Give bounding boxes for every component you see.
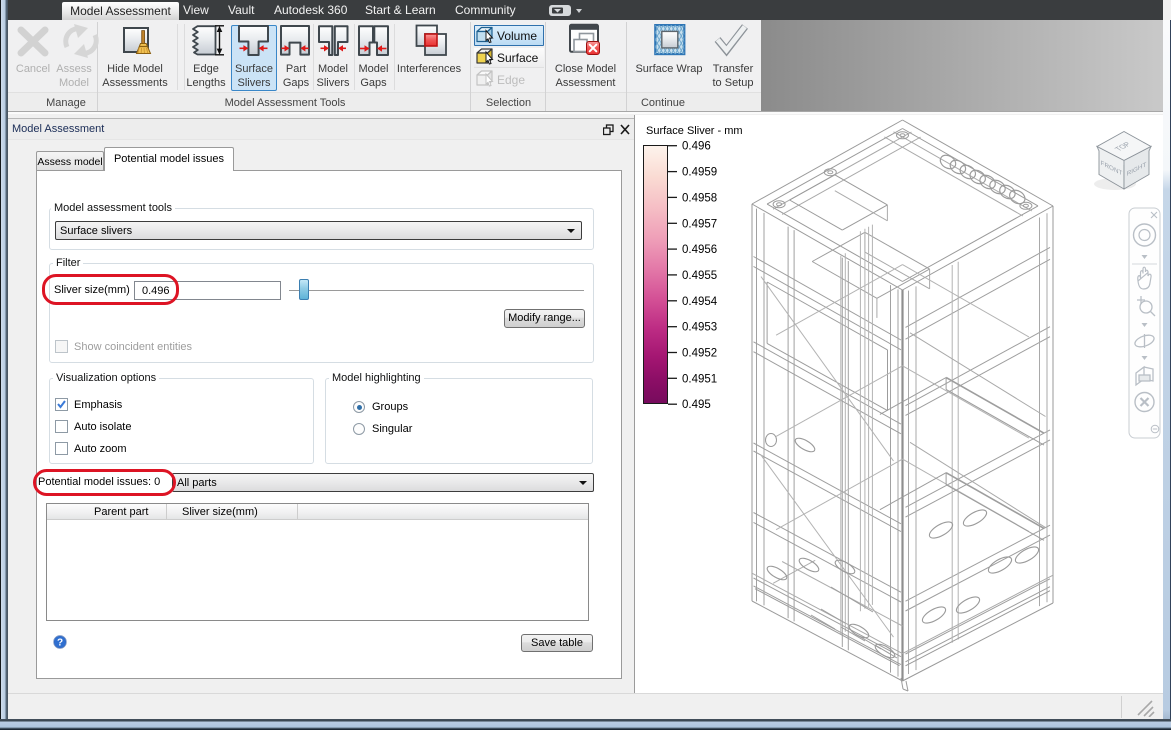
svg-text:0.4953: 0.4953 xyxy=(682,322,717,334)
svg-text:0.4958: 0.4958 xyxy=(682,192,717,204)
svg-text:0.4954: 0.4954 xyxy=(682,296,718,308)
svg-text:?: ? xyxy=(57,638,63,649)
svg-text:0.4957: 0.4957 xyxy=(682,218,717,230)
svg-text:0.4951: 0.4951 xyxy=(682,373,717,385)
svg-text:0.4955: 0.4955 xyxy=(682,270,717,282)
svg-text:0.496: 0.496 xyxy=(682,141,711,153)
svg-text:0.495: 0.495 xyxy=(682,399,711,410)
svg-text:0.4952: 0.4952 xyxy=(682,348,717,360)
svg-text:0.4959: 0.4959 xyxy=(682,167,717,179)
svg-text:0.4956: 0.4956 xyxy=(682,244,717,256)
